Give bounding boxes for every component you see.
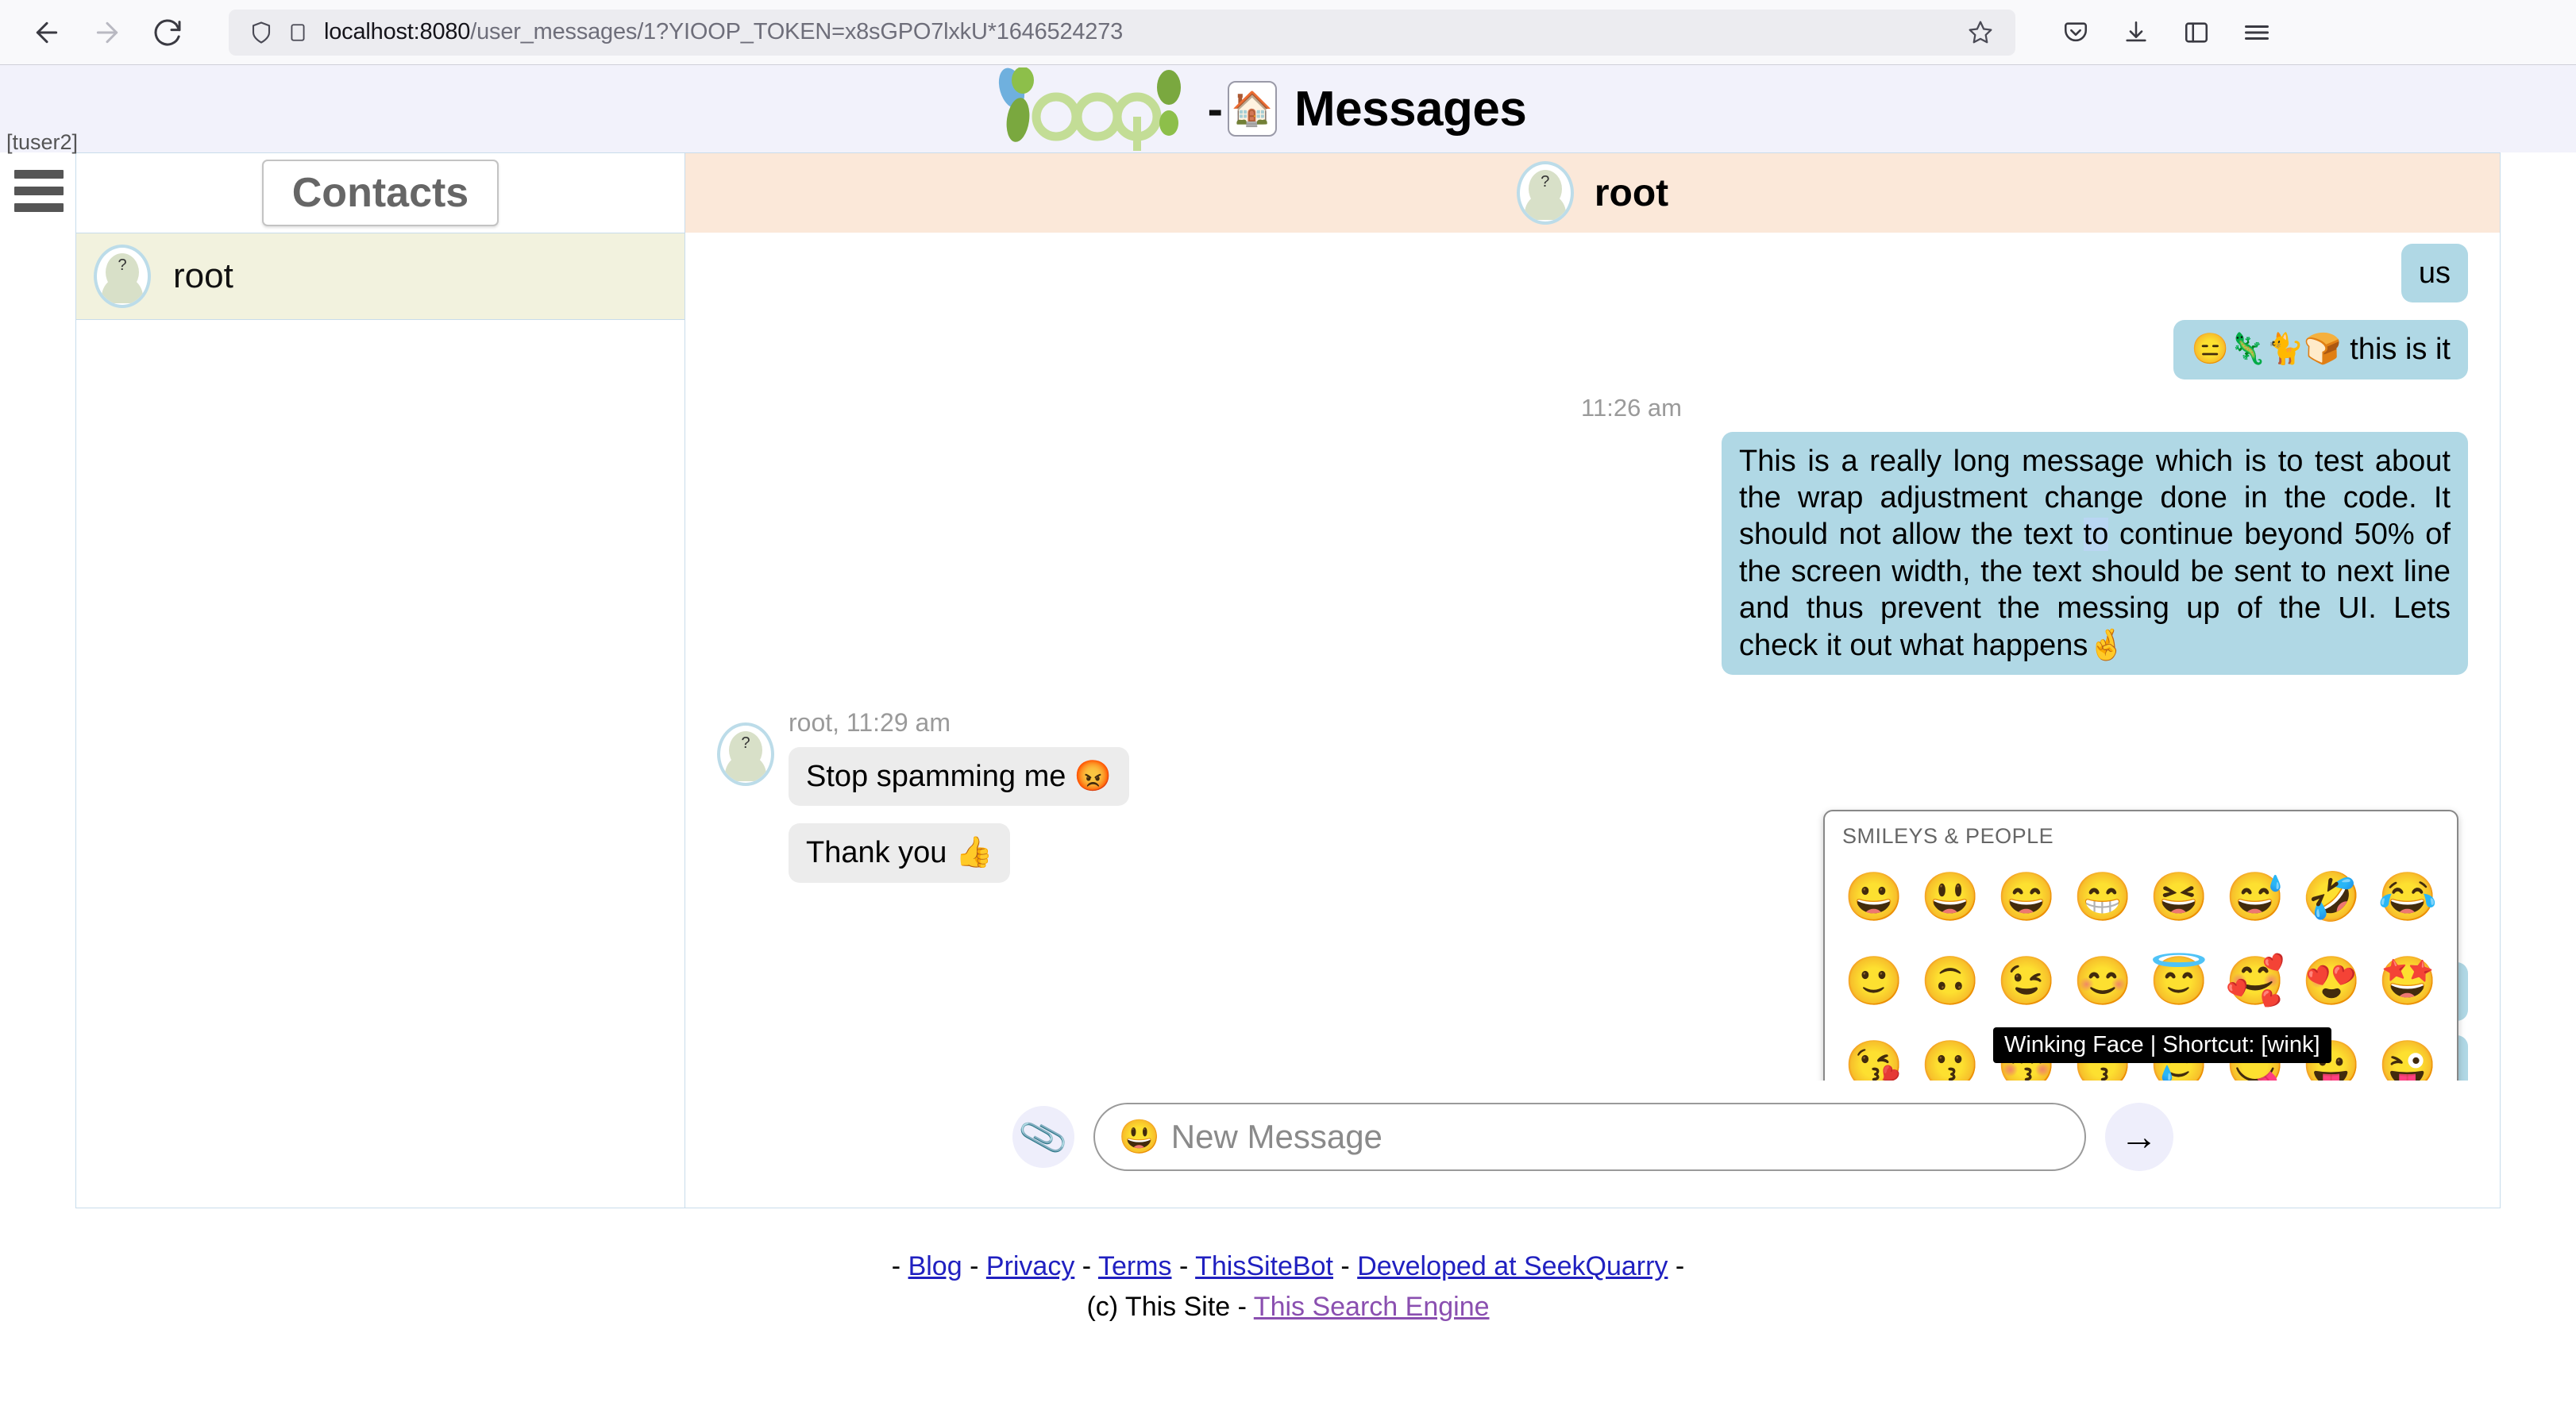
new-message-placeholder: New Message bbox=[1170, 1118, 1382, 1155]
reload-icon[interactable] bbox=[143, 8, 192, 57]
emoji-option[interactable]: 😍 bbox=[2293, 939, 2370, 1023]
page-header: [tuser2] - 🏠 Messages bbox=[0, 65, 2576, 212]
navigation-buttons bbox=[22, 8, 192, 57]
message-row: This is a really long message which is t… bbox=[685, 431, 2500, 675]
send-button[interactable]: → bbox=[2104, 1103, 2173, 1171]
chat-pane: ? root us 😑🦎🐈🍞 this is it 11:26 am This … bbox=[684, 152, 2501, 1208]
contacts-pane: Contacts ? root bbox=[75, 152, 684, 1208]
message-bubble-incoming[interactable]: Thank you 👍 bbox=[789, 823, 1011, 883]
pocket-icon[interactable] bbox=[2053, 10, 2098, 55]
emoji-option[interactable]: 😆 bbox=[2141, 855, 2217, 939]
site-menu-icon[interactable] bbox=[14, 170, 64, 212]
emoji-tooltip: Winking Face | Shortcut: [wink] bbox=[1993, 1027, 2331, 1063]
bookmark-star-icon[interactable] bbox=[1960, 20, 2001, 45]
url-text[interactable]: localhost:8080/user_messages/1?YIOOP_TOK… bbox=[316, 19, 1960, 45]
avatar-question-mark: ? bbox=[118, 256, 127, 274]
contacts-title[interactable]: Contacts bbox=[261, 160, 499, 226]
brand-area: - 🏠 Messages bbox=[986, 67, 1527, 151]
emoji-option[interactable]: 😅 bbox=[2217, 855, 2293, 939]
emoji-category-label: SMILEYS & PEOPLE bbox=[1842, 824, 2054, 848]
page-footer: - Blog - Privacy - Terms - ThisSiteBot -… bbox=[0, 1208, 2576, 1327]
messages-list[interactable]: us 😑🦎🐈🍞 this is it 11:26 am This is a re… bbox=[685, 233, 2500, 1081]
footer-link-seekquarry[interactable]: Developed at SeekQuarry bbox=[1357, 1251, 1668, 1281]
emoji-option[interactable]: 😘 bbox=[1836, 1023, 1912, 1081]
hamburger-menu-icon[interactable] bbox=[2235, 10, 2279, 55]
emoji-option[interactable]: 😇 bbox=[2141, 939, 2217, 1023]
emoji-option[interactable]: 🤣 bbox=[2293, 855, 2370, 939]
footer-sep-3: - bbox=[1171, 1251, 1196, 1281]
emoji-option[interactable]: 😀 bbox=[1836, 855, 1912, 939]
current-user-tag: [tuser2] bbox=[6, 130, 79, 154]
menu-bar-3 bbox=[14, 203, 64, 212]
footer-copyright: (c) This Site - bbox=[1086, 1292, 1254, 1322]
browser-actions bbox=[2053, 10, 2279, 55]
footer-sep-4: - bbox=[1332, 1251, 1358, 1281]
footer-links-row: - Blog - Privacy - Terms - ThisSiteBot -… bbox=[0, 1246, 2576, 1287]
message-bubble-outgoing[interactable]: us bbox=[2401, 244, 2468, 303]
emoji-option[interactable]: 🙂 bbox=[1836, 939, 1912, 1023]
emoji-option[interactable]: 😊 bbox=[2065, 939, 2141, 1023]
incoming-bubbles: root, 11:29 am Stop spamming me 😡 Thank … bbox=[789, 707, 1130, 883]
emoji-picker-toggle-icon[interactable]: 😃 bbox=[1119, 1120, 1160, 1154]
footer-link-terms[interactable]: Terms bbox=[1098, 1251, 1172, 1281]
home-icon[interactable]: 🏠 bbox=[1227, 81, 1277, 137]
footer-link-this-search-engine[interactable]: This Search Engine bbox=[1254, 1292, 1490, 1322]
footer-sep-2: - bbox=[1074, 1251, 1098, 1281]
url-path: /user_messages/1?YIOOP_TOKEN=x8sGPO7lxkU… bbox=[470, 19, 1124, 44]
emoji-option[interactable]: 😁 bbox=[2065, 855, 2141, 939]
url-host: localhost:8080 bbox=[324, 19, 471, 44]
chat-partner-name: root bbox=[1594, 171, 1669, 214]
menu-bar-2 bbox=[14, 187, 64, 195]
emoji-option[interactable]: 🙃 bbox=[1912, 939, 1988, 1023]
footer-dash-lead: - bbox=[891, 1251, 908, 1281]
emoji-option[interactable]: 🤩 bbox=[2370, 939, 2446, 1023]
long-text-selected: to bbox=[2083, 518, 2109, 552]
anonymous-avatar-icon: ? bbox=[1516, 161, 1574, 225]
emoji-option[interactable]: 😂 bbox=[2370, 855, 2446, 939]
contact-name: root bbox=[173, 256, 233, 295]
message-bubble-outgoing-long[interactable]: This is a really long message which is t… bbox=[1722, 431, 2468, 675]
emoji-option[interactable]: 😜 bbox=[2370, 1023, 2446, 1081]
browser-toolbar: localhost:8080/user_messages/1?YIOOP_TOK… bbox=[0, 0, 2576, 65]
footer-link-blog[interactable]: Blog bbox=[908, 1251, 962, 1281]
chat-header: ? root bbox=[685, 153, 2500, 233]
anonymous-avatar-icon: ? bbox=[717, 722, 774, 786]
emoji-option[interactable]: 😃 bbox=[1912, 855, 1988, 939]
new-message-input[interactable]: 😃 New Message bbox=[1093, 1103, 2086, 1171]
message-bubble-outgoing[interactable]: 😑🦎🐈🍞 this is it bbox=[2173, 320, 2468, 379]
emoji-option[interactable]: 🥰 bbox=[2217, 939, 2293, 1023]
message-bubble-incoming[interactable]: Stop spamming me 😡 bbox=[789, 746, 1130, 807]
emoji-option[interactable]: 😄 bbox=[1988, 855, 2065, 939]
emoji-option-winking-face[interactable]: 😉 bbox=[1988, 939, 2065, 1023]
download-icon[interactable] bbox=[2114, 10, 2158, 55]
contact-list-item-root[interactable]: ? root bbox=[76, 233, 684, 320]
main-content: Contacts ? root ? root us 😑🦎🐈🍞 this is i… bbox=[0, 152, 2576, 1208]
avatar-question-mark: ? bbox=[1541, 173, 1550, 191]
page-title: Messages bbox=[1294, 81, 1527, 137]
page-icon bbox=[280, 21, 316, 44]
message-composer: 📎 😃 New Message → bbox=[685, 1081, 2500, 1208]
account-icon[interactable] bbox=[2174, 10, 2219, 55]
avatar-question-mark: ? bbox=[741, 734, 750, 752]
footer-link-thissitebot[interactable]: ThisSiteBot bbox=[1195, 1251, 1333, 1281]
footer-link-privacy[interactable]: Privacy bbox=[986, 1251, 1074, 1281]
back-arrow-icon[interactable] bbox=[22, 8, 71, 57]
footer-copyright-row: (c) This Site - This Search Engine bbox=[0, 1287, 2576, 1327]
url-bar[interactable]: localhost:8080/user_messages/1?YIOOP_TOK… bbox=[229, 9, 2015, 56]
yioop-logo[interactable] bbox=[986, 67, 1213, 151]
forward-arrow-icon[interactable] bbox=[83, 8, 132, 57]
menu-bar-1 bbox=[14, 170, 64, 179]
message-row: 😑🦎🐈🍞 this is it bbox=[685, 320, 2500, 379]
footer-dash-trail: - bbox=[1668, 1251, 1685, 1281]
message-row: us bbox=[685, 244, 2500, 303]
footer-sep-1: - bbox=[962, 1251, 986, 1281]
contacts-header: Contacts bbox=[76, 153, 684, 233]
anonymous-avatar-icon: ? bbox=[94, 245, 151, 308]
message-sender-and-time: root, 11:29 am bbox=[789, 707, 951, 737]
shield-icon bbox=[243, 21, 280, 44]
emoji-option[interactable]: 😗 bbox=[1912, 1023, 1988, 1081]
paperclip-icon[interactable]: 📎 bbox=[1003, 1097, 1083, 1177]
message-timestamp: 11:26 am bbox=[1581, 393, 1682, 422]
